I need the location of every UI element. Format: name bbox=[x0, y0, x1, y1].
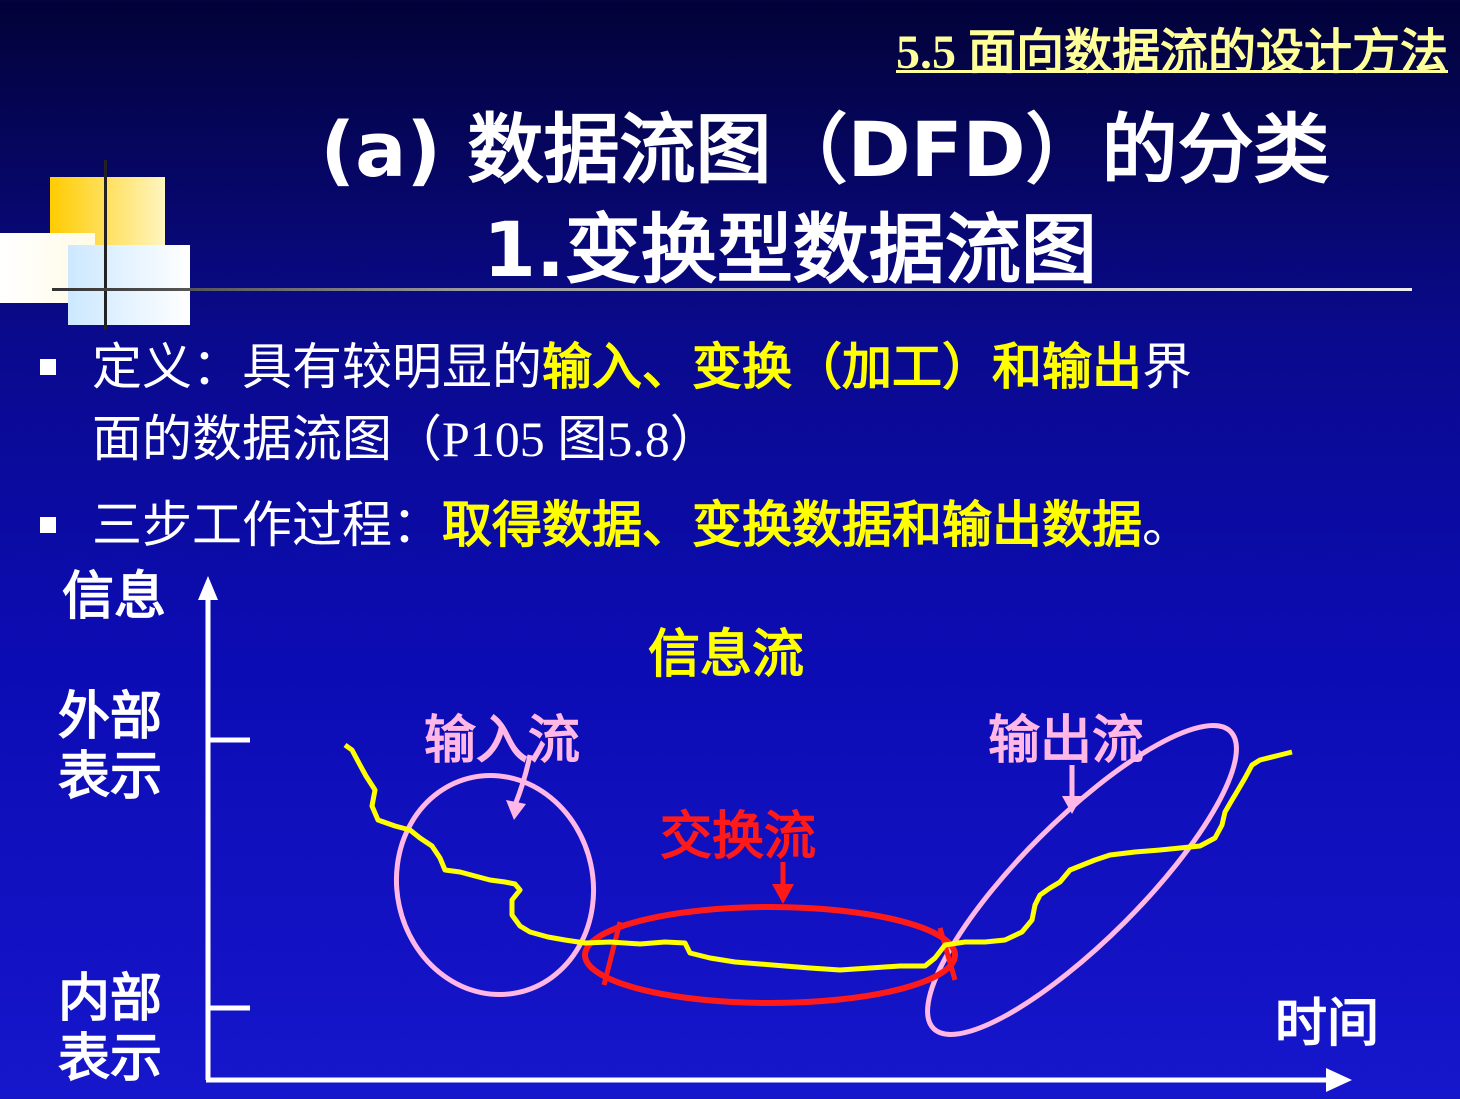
input-flow-label: 输入流 bbox=[424, 711, 581, 771]
transform-flow-ellipse bbox=[582, 904, 958, 1006]
x-axis-label: 时间 bbox=[1275, 994, 1380, 1054]
y-axis-arrow-icon bbox=[198, 576, 218, 600]
input-flow-ellipse bbox=[393, 772, 597, 998]
output-flow-label: 输出流 bbox=[988, 711, 1145, 771]
flow-diagram bbox=[198, 576, 1352, 1092]
input-flow-arrowhead-icon bbox=[506, 800, 526, 820]
transform-flow-label: 交换流 bbox=[660, 807, 817, 867]
information-flow-curve bbox=[343, 742, 1293, 973]
internal-level-label-line2: 表示 bbox=[58, 1029, 163, 1089]
external-level-label-line2: 表示 bbox=[58, 747, 163, 807]
external-level-label-line1: 外部 bbox=[58, 687, 163, 747]
info-flow-label: 信息流 bbox=[648, 625, 805, 685]
internal-level-label-line1: 内部 bbox=[58, 969, 163, 1029]
x-axis-arrow-icon bbox=[1326, 1068, 1352, 1092]
transform-flow-arrowhead-icon bbox=[772, 884, 794, 904]
y-axis-label: 信息 bbox=[62, 567, 167, 627]
